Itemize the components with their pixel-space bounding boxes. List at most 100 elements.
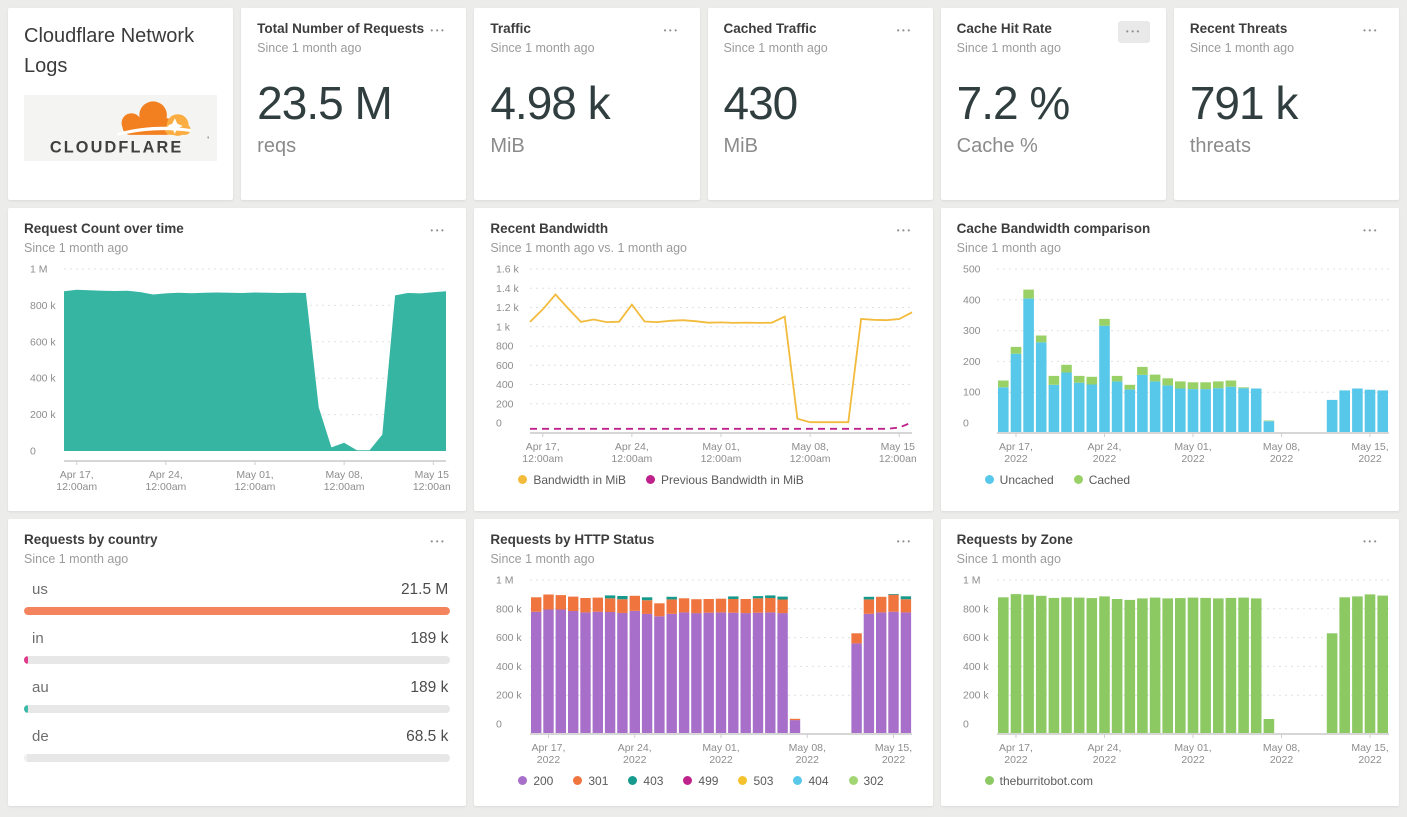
svg-text:Apr 17,: Apr 17, [526,441,560,453]
svg-text:400 k: 400 k [496,661,522,673]
panel-request-count: Request Count over time Since 1 month ag… [8,208,467,511]
legend-dot-icon [738,776,748,786]
legend-label: Bandwidth in MiB [533,472,627,487]
panel-recent-threats: Recent Threats Since 1 month ago ••• 791… [1173,8,1399,200]
legend-item[interactable]: 301 [573,774,608,788]
svg-text:800 k: 800 k [496,603,522,615]
legend-item[interactable]: 200 [518,774,553,788]
panel-subtitle: Since 1 month ago [490,551,595,566]
panel-title: Traffic [490,21,531,36]
panel-title: Requests by Zone [956,532,1073,547]
ellipsis-menu-icon[interactable]: ••• [426,532,450,552]
svg-text:12:00am: 12:00am [235,481,276,493]
svg-text:2022: 2022 [882,754,906,766]
svg-text:12:00am: 12:00am [523,453,564,465]
country-value: 189 k [410,629,449,647]
legend-item[interactable]: theburritobot.com [984,774,1093,788]
legend-dot-icon [683,776,693,786]
svg-text:200: 200 [496,398,514,410]
country-row: in 189 k [24,629,451,664]
country-label: us [32,580,48,598]
ellipsis-menu-icon[interactable]: ••• [1117,21,1150,43]
http-status-legend: 200301403499503404302530526524 [490,774,916,806]
panel-cache-bandwidth: Cache Bandwidth comparison Since 1 month… [940,208,1399,511]
kpi-unit: MiB [490,135,525,158]
legend-label: 302 [863,773,884,788]
legend-label: 403 [643,773,664,788]
dashboard-grid: Cloudflare Network Logs CLOUDFLARE ' Tot… [0,0,1407,817]
country-value: 189 k [410,678,449,696]
panel-subtitle: Since 1 month ago [24,551,129,566]
panel-title: Recent Bandwidth [490,221,609,236]
svg-text:800 k: 800 k [30,300,56,312]
panel-subtitle: Since 1 month ago [24,240,129,255]
legend-item[interactable]: Cached [1073,472,1131,487]
legend-item[interactable]: 403 [628,774,663,788]
ellipsis-menu-icon[interactable]: ••• [1359,532,1383,552]
svg-text:Apr 17,: Apr 17, [999,441,1033,453]
country-row: au 189 k [24,678,451,713]
recent-bandwidth-legend: Bandwidth in MiB Previous Bandwidth in Mi… [490,473,916,487]
legend-item[interactable]: Uncached [984,473,1054,487]
kpi-unit: threats [1189,135,1251,158]
panel-requests-by-http-status: Requests by HTTP Status Since 1 month ag… [474,519,933,806]
country-label: de [32,727,49,745]
country-bar-fill [24,606,451,615]
svg-text:May 15,: May 15, [881,441,916,453]
panel-recent-bandwidth: Recent Bandwidth Since 1 month ago vs. 1… [474,208,933,511]
panel-subtitle: Since 1 month ago [1189,40,1295,55]
legend-item[interactable]: 499 [683,774,718,788]
http-status-chart[interactable]: 1 M800 k600 k400 k200 k0Apr 17,2022Apr 2… [490,572,916,768]
ellipsis-menu-icon[interactable]: ••• [893,532,917,552]
country-value: 68.5 k [406,727,449,745]
svg-text:2022: 2022 [623,754,647,766]
kpi-unit: MiB [723,135,758,158]
ellipsis-menu-icon[interactable]: ••• [660,21,684,41]
cache-bandwidth-chart[interactable]: 5004003002001000Apr 17,2022Apr 24,2022Ma… [957,261,1393,467]
svg-text:1 M: 1 M [963,574,981,586]
ellipsis-menu-icon[interactable]: ••• [426,221,450,241]
svg-text:2022: 2022 [1269,754,1293,766]
recent-bandwidth-chart[interactable]: 1.6 k1.4 k1.2 k1 k8006004002000Apr 17,12… [490,261,916,467]
country-bar-track [24,753,451,762]
zone-chart[interactable]: 1 M800 k600 k400 k200 k0Apr 17,2022Apr 2… [957,572,1393,768]
cloudflare-logo-image: CLOUDFLARE ' [50,101,209,157]
panel-subtitle: Since 1 month ago [257,40,362,55]
svg-text:2022: 2022 [710,754,734,766]
panel-title: Requests by country [24,532,158,547]
svg-text:1 k: 1 k [496,321,511,333]
svg-text:May 01,: May 01, [703,441,740,453]
legend-item[interactable]: 302 [848,773,884,788]
ellipsis-menu-icon[interactable]: ••• [426,21,450,41]
svg-text:May 08,: May 08, [792,441,829,453]
legend-dot-icon [1073,475,1083,485]
svg-text:2022: 2022 [1181,754,1205,766]
legend-item[interactable]: Bandwidth in MiB [518,473,626,487]
kpi-value: 430 [723,76,799,129]
ellipsis-menu-icon[interactable]: ••• [893,21,917,41]
svg-text:600 k: 600 k [496,632,522,644]
legend-dot-icon [628,776,638,786]
country-row: us 21.5 M [24,580,451,615]
kpi-unit: Cache % [956,135,1038,158]
country-bar-fill [24,704,28,713]
request-count-chart[interactable]: 1 M800 k600 k400 k200 k0Apr 17,12:00amAp… [24,261,450,495]
svg-text:800 k: 800 k [963,603,989,615]
svg-text:0: 0 [963,417,969,429]
ellipsis-menu-icon[interactable]: ••• [893,221,917,241]
svg-text:May 01,: May 01, [703,742,740,754]
ellipsis-menu-icon[interactable]: ••• [1359,221,1383,241]
svg-text:400: 400 [496,379,514,391]
svg-text:200 k: 200 k [496,690,522,702]
panel-title: Total Number of Requests [257,21,425,36]
ellipsis-menu-icon[interactable]: ••• [1359,21,1383,41]
country-bar-fill [24,753,27,762]
legend-item[interactable]: 404 [793,774,829,788]
country-bar-fill [24,655,28,664]
panel-subtitle: Since 1 month ago [723,40,828,55]
legend-item[interactable]: 503 [738,774,773,788]
svg-text:May 15,: May 15, [1351,441,1388,453]
legend-item[interactable]: Previous Bandwidth in MiB [646,473,804,487]
legend-label: 499 [698,773,719,788]
legend-label: Cached [1088,472,1131,487]
